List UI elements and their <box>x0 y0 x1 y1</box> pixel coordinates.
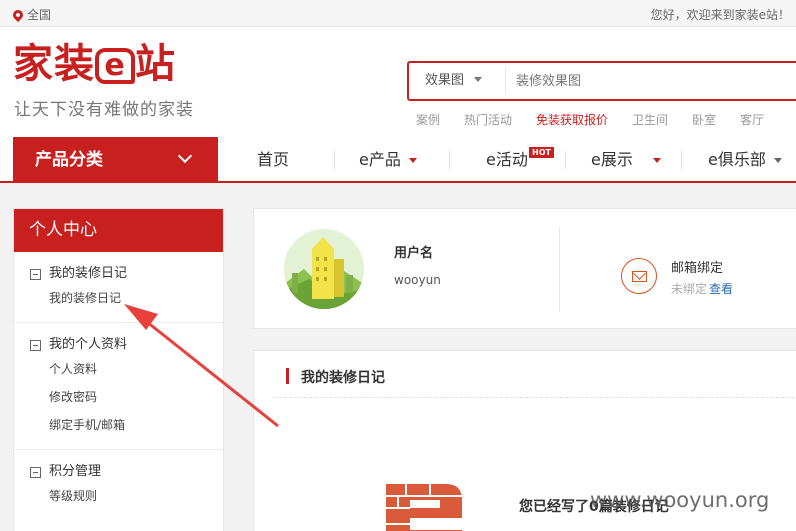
top-bar: 全国 您好，欢迎来到家装e站！ <box>0 0 796 27</box>
search-box: 效果图 <box>407 61 796 101</box>
hot-link[interactable]: 卫生间 <box>632 111 668 128</box>
collapse-icon <box>30 466 41 478</box>
email-binding-title: 邮箱绑定 <box>671 261 724 276</box>
hot-link[interactable]: 卧室 <box>692 111 716 128</box>
sidebar-title: 个人中心 <box>14 209 223 252</box>
nav-e-showcase-label: e展示 <box>591 150 633 169</box>
sidebar-item-change-password[interactable]: 修改密码 <box>14 383 223 411</box>
hot-link-quote[interactable]: 免装获取报价 <box>536 111 608 128</box>
profile-card: 用户名 wooyun 邮箱绑定 未绑定 查看 <box>253 208 796 329</box>
nav-divider <box>565 151 566 169</box>
search-type-select[interactable]: 效果图 <box>417 63 495 99</box>
main-nav: 产品分类 首页 e产品 e活动 HOT e展示 e俱乐部 <box>0 137 796 183</box>
sidebar-group-label: 我的装修日记 <box>49 266 128 281</box>
collapse-icon <box>30 339 41 351</box>
sidebar-item-profile[interactable]: 个人资料 <box>14 355 223 383</box>
nav-e-club[interactable]: e俱乐部 <box>708 137 782 183</box>
nav-e-showcase[interactable]: e展示 <box>591 137 661 183</box>
dropdown-arrow-icon <box>408 158 417 163</box>
search-type-label: 效果图 <box>425 73 465 88</box>
chevron-down-icon <box>177 148 193 164</box>
hot-link[interactable]: 案例 <box>416 111 440 128</box>
welcome-text: 您好，欢迎来到家装e站！ <box>650 8 790 22</box>
username-label: 用户名 <box>394 246 434 261</box>
nav-e-activity[interactable]: e活动 <box>486 137 528 183</box>
nav-e-club-label: e俱乐部 <box>708 150 766 169</box>
sidebar-group-diary: 我的装修日记 我的装修日记 <box>14 252 223 323</box>
sidebar-group-label: 我的个人资料 <box>49 337 128 352</box>
watermark-text: www.wooyun.org <box>590 488 770 512</box>
e-brick-logo-icon <box>386 484 462 531</box>
diary-panel-title: 我的装修日记 <box>286 367 385 387</box>
username-value: wooyun <box>394 273 441 287</box>
nav-home[interactable]: 首页 <box>257 137 289 183</box>
nav-divider <box>334 151 335 169</box>
location-pin-icon <box>10 7 26 22</box>
nav-home-label: 首页 <box>257 150 290 169</box>
search-input[interactable] <box>505 68 785 94</box>
nav-divider <box>681 151 682 169</box>
hot-badge: HOT <box>529 147 554 158</box>
sidebar-group-label: 积分管理 <box>49 464 102 479</box>
sidebar-group-title[interactable]: 积分管理 <box>14 462 223 482</box>
sidebar-item-my-diary[interactable]: 我的装修日记 <box>14 284 223 312</box>
nav-divider <box>449 151 450 169</box>
location-selector[interactable]: 全国 <box>10 6 52 23</box>
hot-link[interactable]: 热门活动 <box>464 111 512 128</box>
dashed-divider <box>274 397 794 398</box>
dropdown-arrow-icon <box>652 158 661 163</box>
product-category-button[interactable]: 产品分类 <box>13 137 218 183</box>
nav-e-product-label: e产品 <box>359 150 401 169</box>
sidebar-group-profile: 我的个人资料 个人资料 修改密码 绑定手机/邮箱 <box>14 323 223 450</box>
caret-down-icon <box>474 77 483 82</box>
avatar[interactable] <box>284 229 364 309</box>
sidebar-group-title[interactable]: 我的个人资料 <box>14 335 223 355</box>
dropdown-arrow-icon <box>773 158 782 163</box>
email-status-text: 未绑定 <box>671 282 708 296</box>
site-header: 家装e站 让天下没有难做的家装 效果图 案例 热门活动 免装获取报价 卫生间 卧… <box>0 27 796 137</box>
mail-icon <box>621 258 657 294</box>
site-slogan: 让天下没有难做的家装 <box>14 100 194 120</box>
site-logo[interactable]: 家装 e 站 <box>13 41 176 87</box>
envelope-icon <box>632 271 647 282</box>
sidebar-item-bind-phone-email[interactable]: 绑定手机/邮箱 <box>14 411 223 439</box>
nav-e-activity-label: e活动 <box>486 150 528 169</box>
collapse-icon <box>30 268 41 280</box>
nav-e-product[interactable]: e产品 <box>359 137 417 183</box>
divider <box>559 227 560 312</box>
hot-search-links: 案例 热门活动 免装获取报价 卫生间 卧室 客厅 <box>416 111 788 128</box>
email-binding-status: 未绑定 查看 <box>671 280 733 297</box>
product-category-label: 产品分类 <box>35 150 103 170</box>
hot-link[interactable]: 客厅 <box>740 111 764 128</box>
sidebar-group-points: 积分管理 等级规则 <box>14 450 223 520</box>
sidebar-item-level-rules[interactable]: 等级规则 <box>14 482 223 510</box>
user-center-sidebar: 个人中心 我的装修日记 我的装修日记 我的个人资料 个人资料 修改密码 绑定手机… <box>13 208 224 531</box>
email-view-link[interactable]: 查看 <box>709 282 733 296</box>
location-label: 全国 <box>27 8 52 22</box>
sidebar-group-title[interactable]: 我的装修日记 <box>14 264 223 284</box>
avatar-building-icon <box>284 229 364 309</box>
